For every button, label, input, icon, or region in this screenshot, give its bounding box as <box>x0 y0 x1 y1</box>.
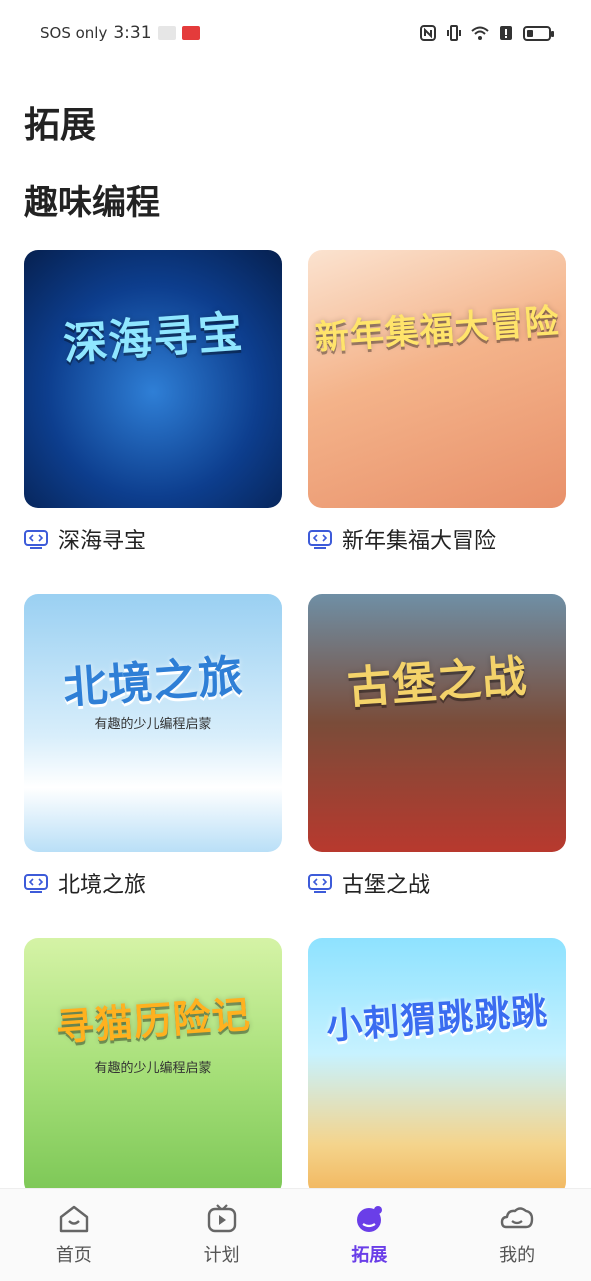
wifi-icon <box>471 26 489 40</box>
nav-item-explore[interactable]: 拓展 <box>319 1203 419 1267</box>
vibrate-icon <box>447 25 461 41</box>
bottom-nav: 首页 计划 拓展 我的 <box>0 1188 591 1281</box>
thumbnail-subtitle-art: 有趣的少儿编程启蒙 <box>94 716 212 732</box>
planet-icon <box>357 1206 383 1232</box>
nav-item-home[interactable]: 首页 <box>24 1203 124 1267</box>
profile-cloud-icon <box>500 1207 534 1229</box>
nav-label: 首页 <box>55 1245 92 1266</box>
section-title: 趣味编程 <box>24 183 160 223</box>
nav-label: 拓展 <box>351 1245 388 1266</box>
thumbnail-title-art: 新年集福大冒险 <box>313 301 561 359</box>
course-thumbnail[interactable]: 寻猫历险记 有趣的少儿编程启蒙 <box>24 938 282 1196</box>
screen-icon <box>308 529 332 549</box>
tv-play-icon <box>207 1204 236 1233</box>
course-card-north[interactable]: 北境之旅 有趣的少儿编程启蒙 北境之旅 <box>24 594 282 898</box>
page-title: 拓展 <box>24 105 97 146</box>
nav-label: 我的 <box>499 1245 536 1266</box>
course-card-castle[interactable]: 古堡之战 古堡之战 <box>308 594 566 898</box>
course-card-deep-sea[interactable]: 深海寻宝 深海寻宝 <box>24 250 282 554</box>
carrier-text: SOS only <box>40 24 108 42</box>
nav-item-profile[interactable]: 我的 <box>467 1203 567 1267</box>
thumbnail-title-art: 寻猫历险记 <box>54 991 253 1050</box>
screen-icon <box>24 873 48 893</box>
course-label: 北境之旅 <box>58 873 147 898</box>
course-thumbnail[interactable]: 北境之旅 有趣的少儿编程启蒙 <box>24 594 282 852</box>
course-grid: 深海寻宝 深海寻宝 新年集福大冒险 新年集福大冒险 北境之旅 有趣的少儿编程启蒙… <box>24 250 567 1196</box>
battery-icon <box>523 25 554 41</box>
thumbnail-title-art: 小刺猬跳跳跳 <box>325 990 550 1048</box>
course-thumbnail[interactable]: 深海寻宝 <box>24 250 282 508</box>
course-label: 古堡之战 <box>342 873 431 898</box>
course-thumbnail[interactable]: 小刺猬跳跳跳 <box>308 938 566 1196</box>
app-notification-icon <box>181 26 200 40</box>
course-card-new-year[interactable]: 新年集福大冒险 新年集福大冒险 <box>308 250 566 554</box>
course-caption[interactable]: 深海寻宝 <box>24 526 282 554</box>
nav-item-plan[interactable]: 计划 <box>172 1203 272 1267</box>
status-left: SOS only 3:31 <box>40 23 200 43</box>
course-caption[interactable]: 北境之旅 <box>24 870 282 898</box>
home-icon <box>59 1205 89 1233</box>
alert-icon <box>500 26 512 40</box>
course-label: 深海寻宝 <box>58 529 147 554</box>
thumbnail-title-art: 古堡之战 <box>345 650 529 714</box>
nfc-icon <box>420 25 436 41</box>
thumbnail-title-art: 北境之旅 <box>61 650 245 714</box>
course-caption[interactable]: 古堡之战 <box>308 870 566 898</box>
course-label: 新年集福大冒险 <box>342 529 497 554</box>
course-card-hedgehog[interactable]: 小刺猬跳跳跳 <box>308 938 566 1196</box>
course-caption[interactable]: 新年集福大冒险 <box>308 526 566 554</box>
course-card-cat[interactable]: 寻猫历险记 有趣的少儿编程启蒙 <box>24 938 282 1196</box>
course-thumbnail[interactable]: 新年集福大冒险 <box>308 250 566 508</box>
notification-icon <box>157 26 176 40</box>
thumbnail-title-art: 深海寻宝 <box>61 306 245 370</box>
status-right <box>419 24 554 42</box>
course-thumbnail[interactable]: 古堡之战 <box>308 594 566 852</box>
screen-icon <box>24 529 48 549</box>
clock-text: 3:31 <box>113 23 152 43</box>
nav-label: 计划 <box>203 1245 240 1266</box>
thumbnail-subtitle-art: 有趣的少儿编程启蒙 <box>94 1060 212 1076</box>
screen-icon <box>308 873 332 893</box>
status-bar: SOS only 3:31 <box>0 0 591 66</box>
